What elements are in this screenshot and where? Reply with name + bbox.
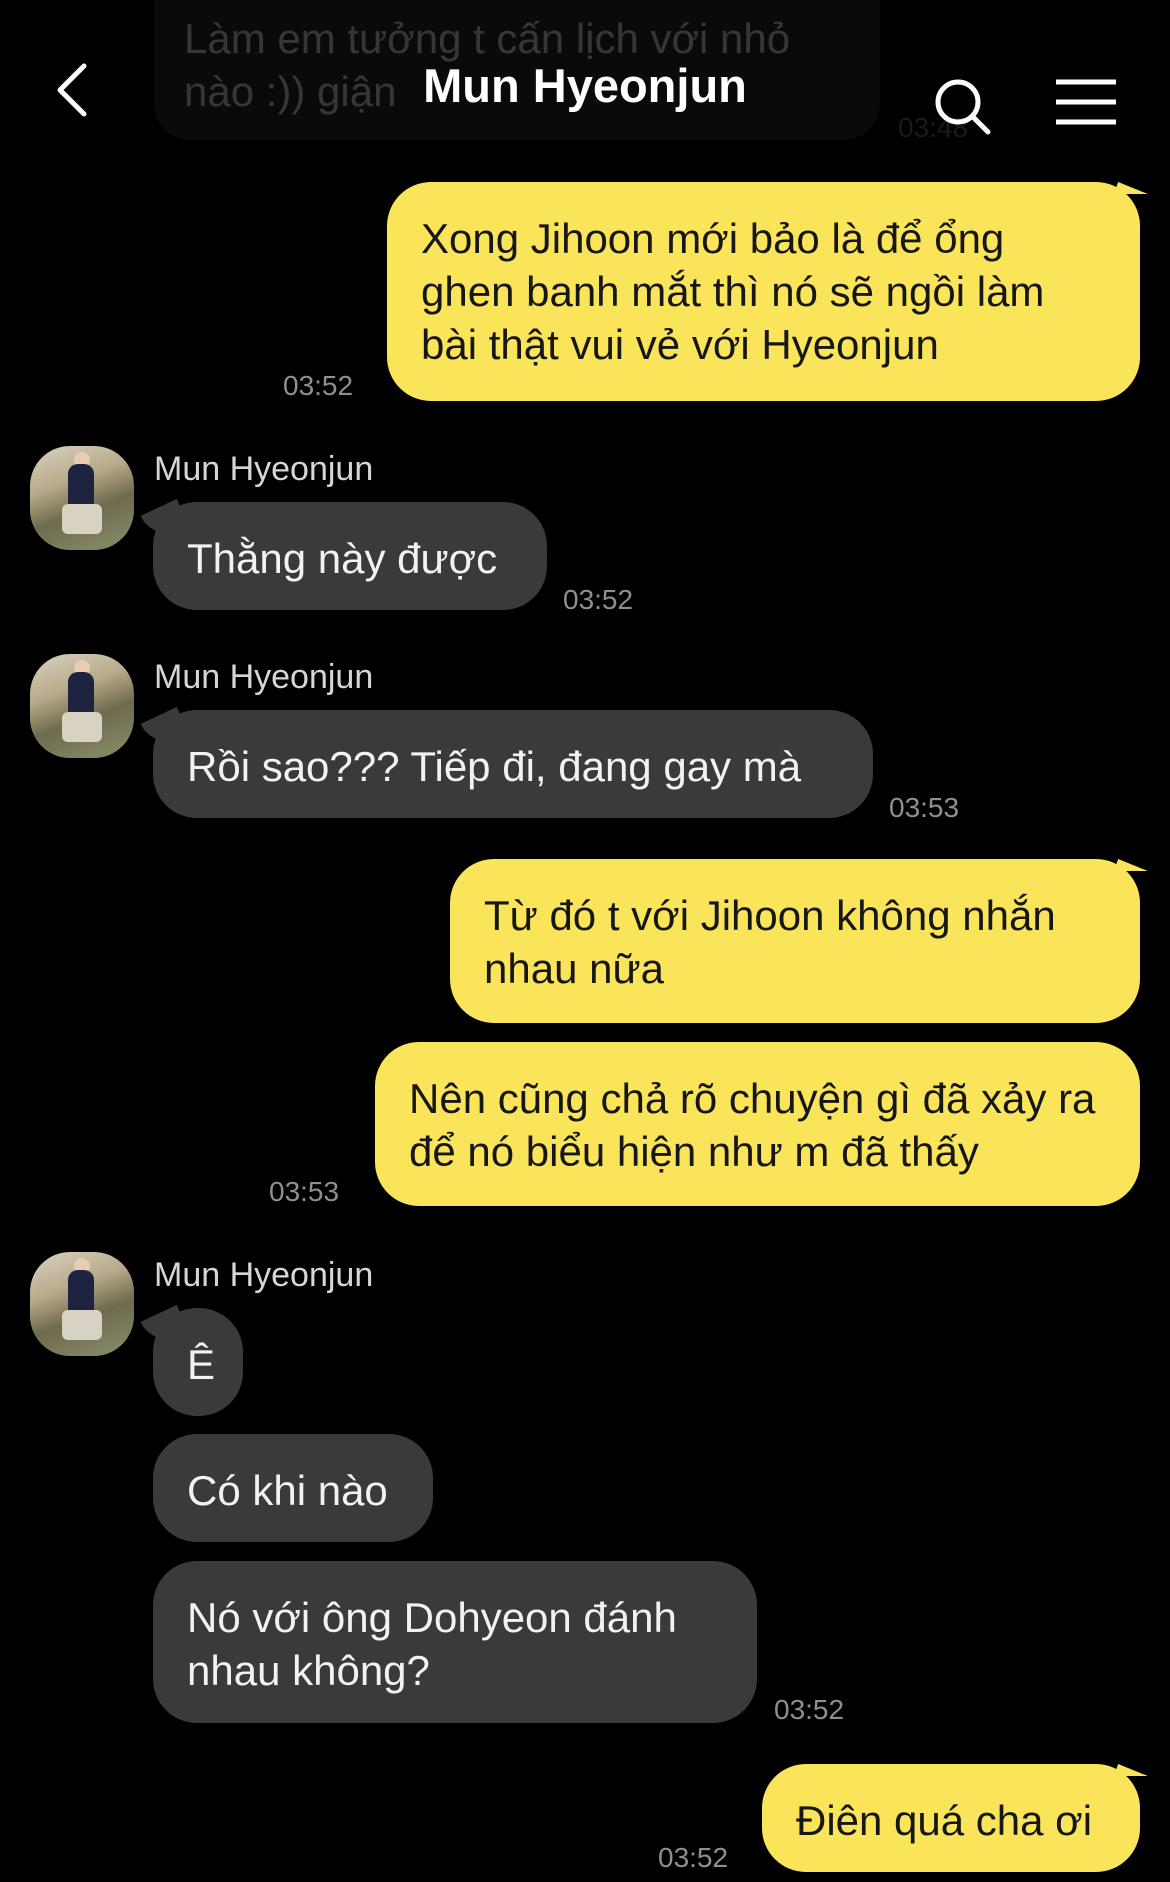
received-message[interactable]: Thằng này được [153, 502, 547, 610]
avatar[interactable] [30, 654, 134, 758]
search-icon [935, 79, 991, 135]
menu-button[interactable] [1054, 78, 1118, 128]
message-text: Ê [187, 1341, 216, 1388]
chat-title: Mun Hyeonjun [423, 59, 747, 112]
sent-message[interactable]: Nên cũng chả rõ chuyện gì đã xảy ra để n… [375, 1042, 1140, 1206]
message-text: Nên cũng chả rõ chuyện gì đã xảy ra để n… [409, 1075, 1096, 1175]
message-text: Điên quá cha ơi [796, 1797, 1093, 1844]
message-text: Có khi nào [187, 1467, 388, 1514]
message-time: 03:52 [658, 1842, 729, 1873]
message-time: 03:53 [889, 792, 960, 823]
sender-name: Mun Hyeonjun [154, 450, 374, 488]
sent-message[interactable]: Từ đó t với Jihoon không nhắn nhau nữa [450, 859, 1140, 1023]
message-time: 03:53 [269, 1176, 340, 1207]
received-message[interactable]: Rồi sao??? Tiếp đi, đang gay mà [153, 710, 873, 818]
message-text: Thằng này được [187, 535, 498, 582]
avatar[interactable] [30, 446, 134, 550]
avatar[interactable] [30, 1252, 134, 1356]
message-text: Xong Jihoon mới bảo là để ổng ghen banh … [421, 215, 1045, 368]
message-text: Nó với ông Dohyeon đánh nhau không? [187, 1594, 677, 1694]
received-message[interactable]: Nó với ông Dohyeon đánh nhau không? [153, 1561, 757, 1723]
message-time: 03:52 [283, 370, 354, 401]
sent-message[interactable]: Điên quá cha ơi [762, 1764, 1140, 1872]
menu-icon [1056, 79, 1116, 125]
sender-name: Mun Hyeonjun [154, 658, 374, 696]
search-button[interactable] [930, 74, 994, 138]
message-time: 03:52 [563, 584, 634, 615]
sent-message[interactable]: Xong Jihoon mới bảo là để ổng ghen banh … [387, 182, 1140, 401]
received-message[interactable]: Có khi nào [153, 1434, 433, 1542]
message-time: 03:52 [774, 1694, 845, 1725]
received-message[interactable]: Ê [153, 1308, 243, 1416]
message-text: Rồi sao??? Tiếp đi, đang gay mà [187, 743, 802, 790]
message-text: Từ đó t với Jihoon không nhắn nhau nữa [484, 892, 1056, 992]
sender-name: Mun Hyeonjun [154, 1256, 374, 1294]
